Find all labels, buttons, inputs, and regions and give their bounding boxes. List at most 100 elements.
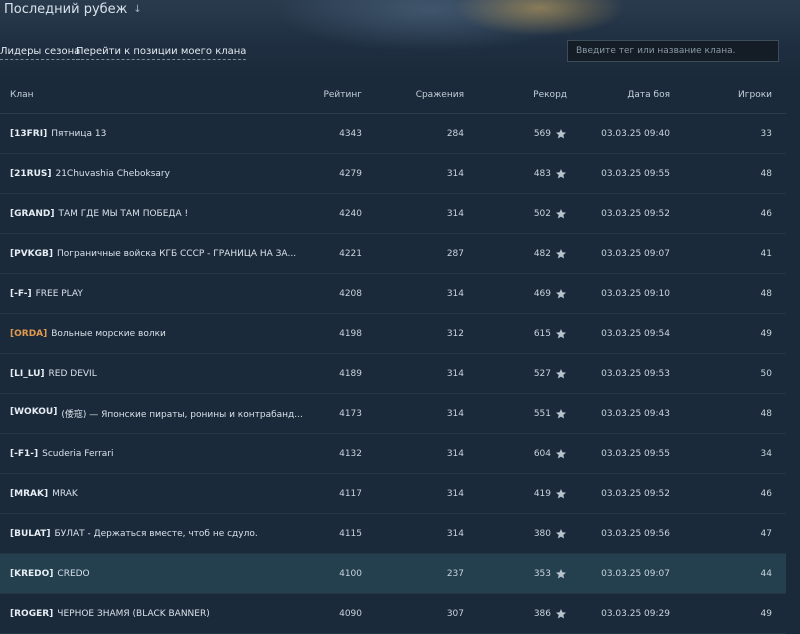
table-row[interactable]: [KREDO] CREDO 4100 237 353 03.03.25 09:07 44 — [0, 554, 786, 594]
date-cell: 03.03.25 09:54 — [601, 328, 670, 339]
column-header-date[interactable]: Дата боя — [627, 90, 670, 100]
clan-cell[interactable]: [-F1-] Scuderia Ferrari — [10, 449, 113, 459]
clan-name: RED DEVIL — [48, 368, 97, 379]
table-row[interactable]: [-F1-] Scuderia Ferrari 4132 314 604 03.03.25… — [0, 434, 786, 474]
clan-cell[interactable]: [KREDO] CREDO — [10, 569, 90, 579]
clan-cell[interactable]: [GRAND] ТАМ ГДЕ МЫ ТАМ ПОБЕДА ! — [10, 209, 188, 219]
record-cell: 551 — [534, 408, 567, 420]
record-value: 386 — [533, 608, 551, 619]
clan-cell[interactable]: [ROGER] ЧЕРНОЕ ЗНАМЯ (BLACK BANNER) — [10, 609, 210, 619]
clan-cell[interactable]: [-F-] FREE PLAY — [10, 289, 83, 299]
battles-cell: 284 — [446, 128, 464, 139]
column-header-players[interactable]: Игроки — [738, 90, 772, 100]
record-value: 551 — [533, 408, 551, 419]
table-row[interactable]: [ROGER] ЧЕРНОЕ ЗНАМЯ (BLACK BANNER) 4090 30… — [0, 594, 786, 634]
clan-search-input[interactable] — [567, 40, 779, 62]
record-cell: 527 — [534, 368, 567, 380]
clan-tag: [WOKOU] — [10, 407, 58, 417]
record-cell: 469 — [534, 288, 567, 300]
table-row[interactable]: [ORDA] Вольные морские волки 4198 312 615 03.… — [0, 314, 786, 354]
clan-name: Scuderia Ferrari — [42, 448, 114, 459]
table-row[interactable]: [MRAK] MRAK 4117 314 419 03.03.25 09:52 46 — [0, 474, 786, 514]
battles-cell: 307 — [446, 608, 464, 619]
record-cell: 386 — [534, 608, 567, 620]
record-cell: 502 — [534, 208, 567, 220]
column-header-clan[interactable]: Клан — [10, 90, 34, 100]
star-icon — [555, 408, 567, 420]
page-title[interactable]: Последний рубеж ↓ — [4, 2, 142, 17]
star-icon — [555, 328, 567, 340]
clan-tag: [-F1-] — [10, 448, 39, 459]
clan-cell[interactable]: [PVKGB] Пограничные войска КГБ СССР - ГРА… — [10, 249, 296, 259]
clan-tag: [-F-] — [10, 288, 32, 299]
date-cell: 03.03.25 09:40 — [601, 128, 670, 139]
season-leaders-link[interactable]: Лидеры сезона — [0, 46, 81, 60]
clan-name: ЧЕРНОЕ ЗНАМЯ (BLACK BANNER) — [57, 608, 210, 619]
clan-name: FREE PLAY — [35, 288, 83, 299]
rating-cell: 4173 — [339, 408, 362, 419]
arrow-down-icon[interactable]: ↓ — [133, 4, 141, 15]
clan-cell[interactable]: [13FRI] Пятница 13 — [10, 129, 106, 139]
players-cell: 47 — [760, 528, 772, 539]
clan-cell[interactable]: [LI_LU] RED DEVIL — [10, 369, 97, 379]
record-value: 419 — [533, 488, 551, 499]
star-icon — [555, 288, 567, 300]
battles-cell: 314 — [446, 368, 464, 379]
clan-name: Пограничные войска КГБ СССР - ГРАНИЦА НА… — [57, 248, 297, 259]
clan-name: (倭寇) — Японские пираты, ронины и контраб… — [61, 410, 303, 420]
star-icon — [555, 168, 567, 180]
clan-cell[interactable]: [WOKOU] (倭寇) — Японские пираты, ронины и … — [10, 407, 303, 420]
record-cell: 483 — [534, 168, 567, 180]
table-row[interactable]: [PVKGB] Пограничные войска КГБ СССР - ГРА… — [0, 234, 786, 274]
table-header-row: Клан Рейтинг Сражения Рекорд Дата боя Иг… — [0, 76, 786, 114]
table-row[interactable]: [13FRI] Пятница 13 4343 284 569 03.03.25 09:4… — [0, 114, 786, 154]
clan-cell[interactable]: [21RUS] 21Chuvashia Cheboksary — [10, 169, 170, 179]
table-row[interactable]: [GRAND] ТАМ ГДЕ МЫ ТАМ ПОБЕДА ! 4240 314 502… — [0, 194, 786, 234]
date-cell: 03.03.25 09:29 — [601, 608, 670, 619]
date-cell: 03.03.25 09:07 — [601, 248, 670, 259]
battles-cell: 314 — [446, 528, 464, 539]
table-row[interactable]: [21RUS] 21Chuvashia Cheboksary 4279 314 483 0… — [0, 154, 786, 194]
clan-cell[interactable]: [ORDA] Вольные морские волки — [10, 329, 166, 339]
table-row[interactable]: [WOKOU] (倭寇) — Японские пираты, ронины и … — [0, 394, 786, 434]
players-cell: 48 — [760, 288, 772, 299]
players-cell: 48 — [760, 408, 772, 419]
star-icon — [555, 368, 567, 380]
battles-cell: 314 — [446, 488, 464, 499]
rating-cell: 4090 — [339, 608, 362, 619]
battles-cell: 314 — [446, 448, 464, 459]
column-header-rating[interactable]: Рейтинг — [323, 90, 362, 100]
rating-cell: 4343 — [339, 128, 362, 139]
star-icon — [555, 208, 567, 220]
clan-tag: [ORDA] — [10, 328, 48, 339]
record-value: 353 — [533, 568, 551, 579]
battles-cell: 314 — [446, 168, 464, 179]
clan-cell[interactable]: [MRAK] MRAK — [10, 489, 78, 499]
clan-tag: [KREDO] — [10, 568, 54, 579]
record-cell: 604 — [534, 448, 567, 460]
clan-tag: [PVKGB] — [10, 248, 54, 259]
leaderboard-table: Клан Рейтинг Сражения Рекорд Дата боя Иг… — [0, 76, 786, 634]
clan-cell[interactable]: [BULAT] БУЛАТ - Держаться вместе, чтоб не… — [10, 529, 258, 539]
date-cell: 03.03.25 09:10 — [601, 288, 670, 299]
clan-tag: [GRAND] — [10, 208, 55, 219]
clan-name: БУЛАТ - Держаться вместе, чтоб не сдуло. — [54, 528, 258, 539]
table-row[interactable]: [LI_LU] RED DEVIL 4189 314 527 03.03.25 09:53… — [0, 354, 786, 394]
players-cell: 49 — [760, 328, 772, 339]
rating-cell: 4132 — [339, 448, 362, 459]
players-cell: 46 — [760, 208, 772, 219]
table-row[interactable]: [-F-] FREE PLAY 4208 314 469 03.03.25 09:10 48 — [0, 274, 786, 314]
clan-name: Вольные морские волки — [51, 328, 166, 339]
column-header-battles[interactable]: Сражения — [416, 90, 464, 100]
goto-my-clan-link[interactable]: Перейти к позиции моего клана — [76, 46, 247, 60]
scrollbar[interactable] — [786, 76, 800, 622]
record-value: 569 — [533, 128, 551, 139]
table-row[interactable]: [BULAT] БУЛАТ - Держаться вместе, чтоб не… — [0, 514, 786, 554]
date-cell: 03.03.25 09:07 — [601, 568, 670, 579]
star-icon — [555, 568, 567, 580]
battles-cell: 314 — [446, 408, 464, 419]
column-header-record[interactable]: Рекорд — [533, 90, 567, 100]
players-cell: 46 — [760, 488, 772, 499]
battles-cell: 314 — [446, 288, 464, 299]
record-cell: 353 — [534, 568, 567, 580]
